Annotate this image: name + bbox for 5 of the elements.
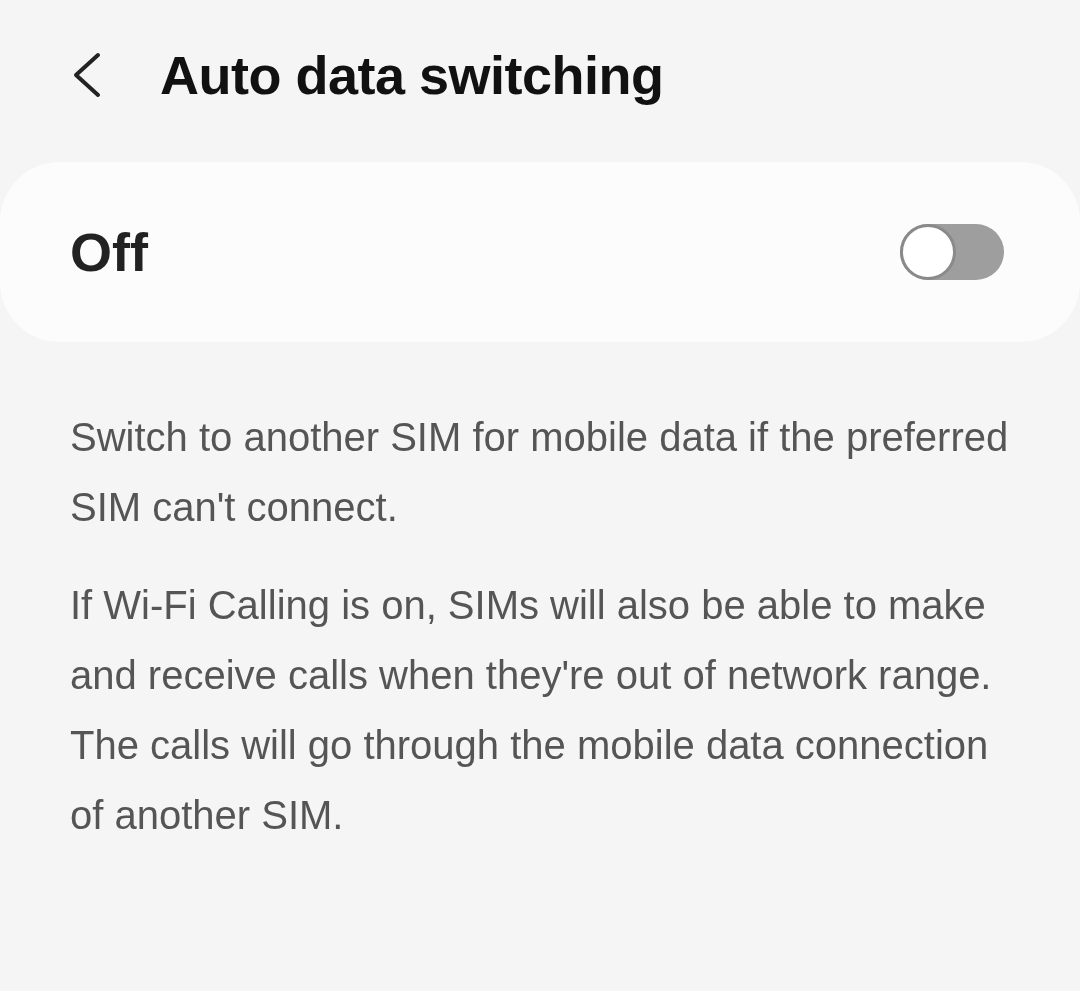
switch-label: Off [70,221,148,283]
toggle-switch[interactable] [900,224,1004,280]
page-title: Auto data switching [160,44,664,106]
description-text: Switch to another SIM for mobile data if the preferred SIM can't connect. [70,414,1010,531]
description-text: If Wi-Fi Calling is on, SIMs will also be able to make and receive calls when they're out of network range. The calls will go through the mobile data connection of another SIM. [70,582,993,839]
